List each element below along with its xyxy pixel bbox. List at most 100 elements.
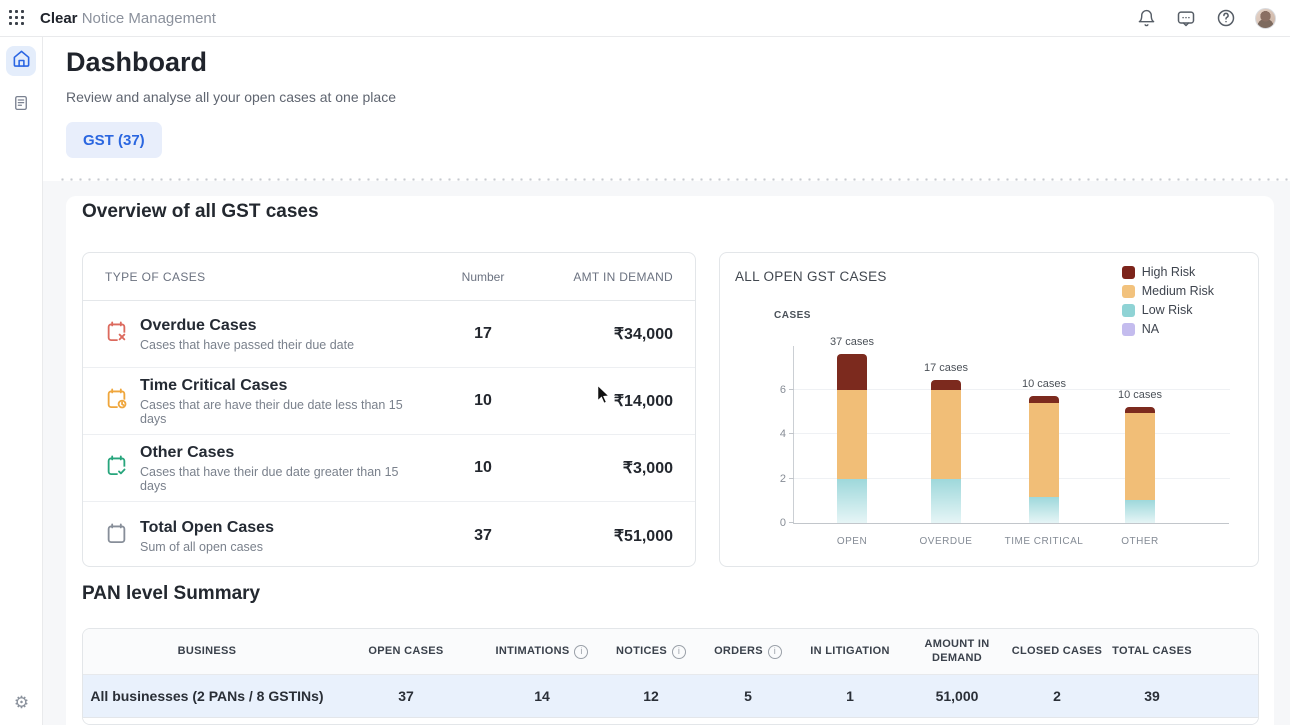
type-of-cases-header: TYPE OF CASES Number AMT IN DEMAND [83, 253, 695, 301]
case-type-title: Overdue Cases [140, 316, 354, 336]
case-type-row[interactable]: Other CasesCases that have their due dat… [83, 435, 695, 502]
legend-label: High Risk [1142, 265, 1196, 279]
legend-label: Medium Risk [1142, 284, 1214, 298]
header-label: IN LITIGATION [810, 645, 889, 659]
legend-item: High Risk [1122, 265, 1214, 279]
header-cell-in-litigation: IN LITIGATION [797, 645, 903, 659]
case-type-info: Other CasesCases that have their due dat… [105, 443, 423, 493]
bar-segment-low-risk [931, 479, 961, 524]
chat-icon[interactable] [1175, 7, 1197, 29]
header-label: OPEN CASES [368, 645, 443, 659]
type-of-cases-card: TYPE OF CASES Number AMT IN DEMAND Overd… [82, 252, 696, 567]
case-type-subtitle: Cases that have their due date greater t… [140, 465, 423, 493]
bar-segment-low-risk [1029, 497, 1059, 523]
stacked-bar[interactable] [1125, 407, 1155, 523]
topbar-actions [1135, 7, 1290, 29]
case-type-texts: Total Open CasesSum of all open cases [140, 518, 274, 554]
tab-gst[interactable]: GST (37) [66, 122, 162, 158]
case-type-number: 10 [423, 459, 543, 477]
bar-value-label: 17 cases [896, 362, 996, 374]
stacked-bar[interactable] [931, 380, 961, 524]
legend-item: NA [1122, 322, 1214, 336]
bar-value-label: 37 cases [802, 336, 902, 348]
case-type-row[interactable]: Overdue Cases Cases that have passed thei… [83, 301, 695, 368]
bar-value-label: 10 cases [1090, 389, 1190, 401]
case-type-texts: Time Critical CasesCases that are have t… [140, 376, 423, 426]
info-icon[interactable]: i [574, 645, 588, 659]
case-type-number: 17 [423, 325, 543, 343]
data-cell: 51,000 [903, 688, 1011, 704]
page-subtitle: Review and analyse all your open cases a… [66, 89, 396, 105]
settings-gear-icon[interactable]: ⚙ [0, 693, 43, 713]
bar-segment-medium-risk [931, 390, 961, 479]
overview-section-title: Overview of all GST cases [82, 201, 319, 223]
data-cell: 14 [481, 688, 603, 704]
type-of-cases-rows: Overdue Cases Cases that have passed thei… [83, 301, 695, 567]
case-type-info: Time Critical CasesCases that are have t… [105, 376, 423, 426]
x-axis-label: OTHER [1085, 536, 1195, 547]
case-type-amount: ₹14,000 [543, 391, 673, 411]
header-cell-closed-cases: CLOSED CASES [1011, 645, 1103, 659]
data-cell: 1 [797, 688, 903, 704]
pan-summary-section-title: PAN level Summary [82, 583, 260, 605]
bar-segment-medium-risk [837, 390, 867, 479]
header-cell-orders: ORDERSi [699, 645, 797, 659]
bar-segment-high-risk [837, 354, 867, 390]
legend-item: Low Risk [1122, 303, 1214, 317]
pan-summary-data-row[interactable]: All businesses (2 PANs / 8 GSTINs)371412… [83, 675, 1258, 717]
y-tick [789, 522, 794, 523]
top-bar: Clear Notice Management [0, 0, 1290, 37]
info-icon[interactable]: i [672, 645, 686, 659]
case-type-amount: ₹34,000 [543, 324, 673, 344]
legend-label: NA [1142, 322, 1159, 336]
y-tick-label: 0 [762, 517, 786, 529]
x-axis-label: OVERDUE [891, 536, 1001, 547]
y-tick [789, 433, 794, 434]
bar-segment-medium-risk [1029, 403, 1059, 498]
data-cell: 37 [331, 688, 481, 704]
bar-segment-high-risk [931, 380, 961, 390]
pan-summary-header-row: BUSINESSOPEN CASESINTIMATIONSiNOTICESiOR… [83, 629, 1258, 675]
header-label: AMOUNT IN DEMAND [918, 638, 996, 666]
pan-summary-partial-row [83, 717, 1258, 725]
sidebar-item-home[interactable] [6, 46, 36, 76]
case-type-info: Overdue Cases Cases that have passed thei… [105, 316, 423, 352]
case-type-number: 37 [423, 527, 543, 545]
brand-primary: Clear [40, 10, 78, 27]
case-type-amount: ₹3,000 [543, 458, 673, 478]
sidebar-item-documents[interactable] [6, 90, 36, 120]
bell-icon[interactable] [1135, 7, 1157, 29]
case-type-row[interactable]: Time Critical CasesCases that are have t… [83, 368, 695, 435]
all-open-gst-cases-card: ALL OPEN GST CASES High RiskMedium RiskL… [719, 252, 1259, 567]
notice-management-dashboard: Clear Notice Management [0, 0, 1290, 725]
legend-swatch [1122, 285, 1135, 298]
case-type-row[interactable]: Total Open CasesSum of all open cases 37₹… [83, 502, 695, 567]
stacked-bar[interactable] [1029, 396, 1059, 523]
case-type-amount: ₹51,000 [543, 526, 673, 546]
home-icon [12, 49, 31, 73]
legend-item: Medium Risk [1122, 284, 1214, 298]
document-icon [12, 94, 30, 117]
legend-swatch [1122, 266, 1135, 279]
case-type-texts: Overdue Cases Cases that have passed thei… [140, 316, 354, 352]
help-icon[interactable] [1215, 7, 1237, 29]
stacked-bar[interactable] [837, 354, 867, 523]
x-axis-label: TIME CRITICAL [989, 536, 1099, 547]
app-grid-icon[interactable] [0, 0, 34, 36]
chart-legend: High Risk Medium Risk Low Risk NA [1122, 265, 1214, 336]
legend-label: Low Risk [1142, 303, 1193, 317]
case-type-info: Total Open CasesSum of all open cases [105, 518, 423, 554]
case-type-subtitle: Cases that have passed their due date [140, 338, 354, 352]
header-label: CLOSED CASES [1012, 645, 1102, 659]
header-label: BUSINESS [178, 645, 237, 659]
y-tick-label: 4 [762, 428, 786, 440]
user-avatar[interactable] [1255, 8, 1276, 29]
case-type-title: Other Cases [140, 443, 423, 463]
info-icon[interactable]: i [768, 645, 782, 659]
y-tick [789, 478, 794, 479]
bar-segment-medium-risk [1125, 413, 1155, 500]
case-type-subtitle: Cases that are have their due date less … [140, 398, 423, 426]
pan-summary-rows: All businesses (2 PANs / 8 GSTINs)371412… [83, 675, 1258, 717]
legend-swatch [1122, 323, 1135, 336]
bar-segment-high-risk [1029, 396, 1059, 403]
